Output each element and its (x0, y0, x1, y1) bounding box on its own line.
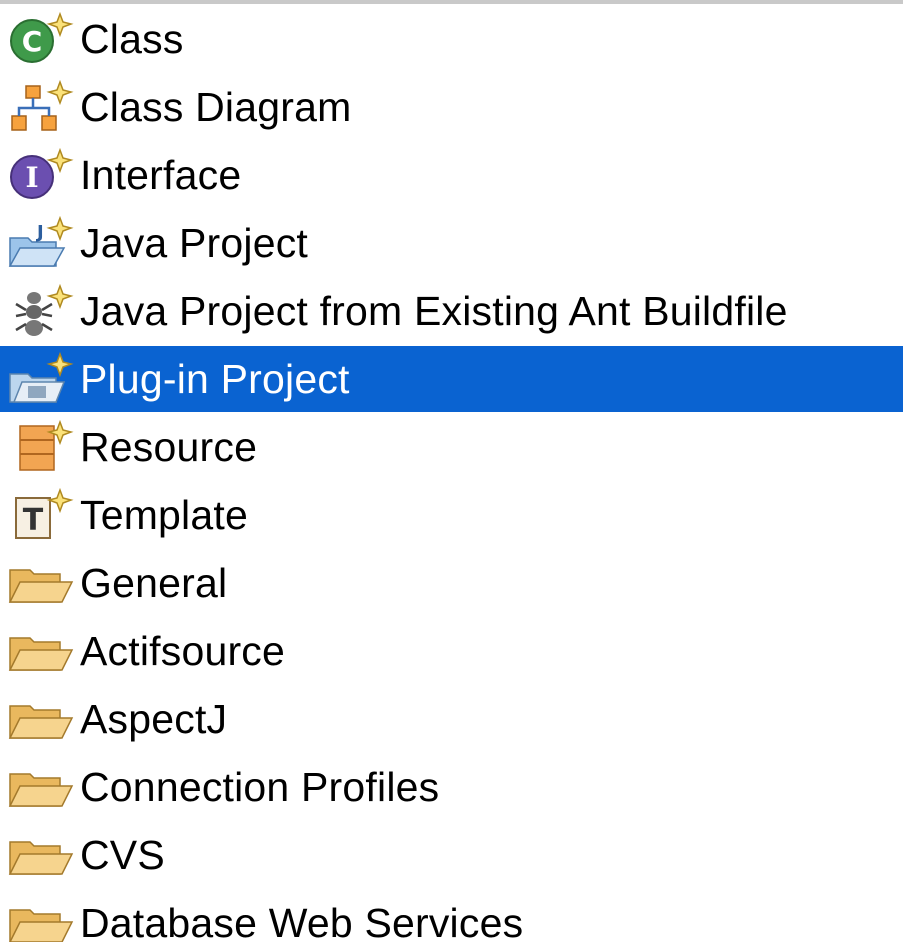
list-item-label: Class Diagram (80, 84, 352, 130)
list-item-label: Connection Profiles (80, 764, 440, 810)
list-item-label: Java Project (80, 220, 309, 266)
list-item-actifsource[interactable]: Actifsource (0, 618, 903, 684)
list-item-cvs[interactable]: CVS (0, 822, 903, 888)
list-item-template[interactable]: T Template (0, 482, 903, 548)
list-item-connection-profiles[interactable]: Connection Profiles (0, 754, 903, 820)
list-item-resource[interactable]: Resource (0, 414, 903, 480)
resource-icon (8, 420, 74, 474)
ant-icon (8, 284, 74, 338)
list-item-ant-buildfile[interactable]: Java Project from Existing Ant Buildfile (0, 278, 903, 344)
folder-icon (8, 624, 74, 678)
java-project-icon: J (8, 216, 74, 270)
list-item-label: Plug-in Project (80, 356, 350, 402)
folder-icon (8, 828, 74, 882)
folder-icon (8, 692, 74, 746)
list-item-label: CVS (80, 832, 165, 878)
folder-icon (8, 896, 74, 942)
svg-text:J: J (35, 222, 44, 243)
interface-icon: I (8, 148, 74, 202)
wizard-list: C Class Class Diagram I Interface J Java… (0, 0, 903, 942)
template-icon: T (8, 488, 74, 542)
list-item-general[interactable]: General (0, 550, 903, 616)
list-item-database-web-services[interactable]: Database Web Services (0, 890, 903, 942)
svg-text:I: I (25, 161, 38, 194)
list-item-java-project[interactable]: J Java Project (0, 210, 903, 276)
list-item-label: Template (80, 492, 248, 538)
svg-text:C: C (22, 25, 43, 58)
list-item-label: AspectJ (80, 696, 228, 742)
svg-text:T: T (23, 503, 44, 538)
class-icon: C (8, 12, 74, 66)
list-item-class-diagram[interactable]: Class Diagram (0, 74, 903, 140)
list-item-label: Resource (80, 424, 258, 470)
plugin-project-icon (8, 352, 74, 406)
list-item-label: Database Web Services (80, 900, 524, 942)
folder-icon (8, 760, 74, 814)
list-item-aspectj[interactable]: AspectJ (0, 686, 903, 752)
list-item-label: Interface (80, 152, 242, 198)
list-item-label: General (80, 560, 228, 606)
list-item-interface[interactable]: I Interface (0, 142, 903, 208)
list-item-label: Actifsource (80, 628, 285, 674)
list-item-label: Class (80, 16, 184, 62)
list-item-class[interactable]: C Class (0, 6, 903, 72)
folder-icon (8, 556, 74, 610)
list-item-label: Java Project from Existing Ant Buildfile (80, 288, 788, 334)
list-item-plugin-project[interactable]: Plug-in Project (0, 346, 903, 412)
class-diagram-icon (8, 80, 74, 134)
